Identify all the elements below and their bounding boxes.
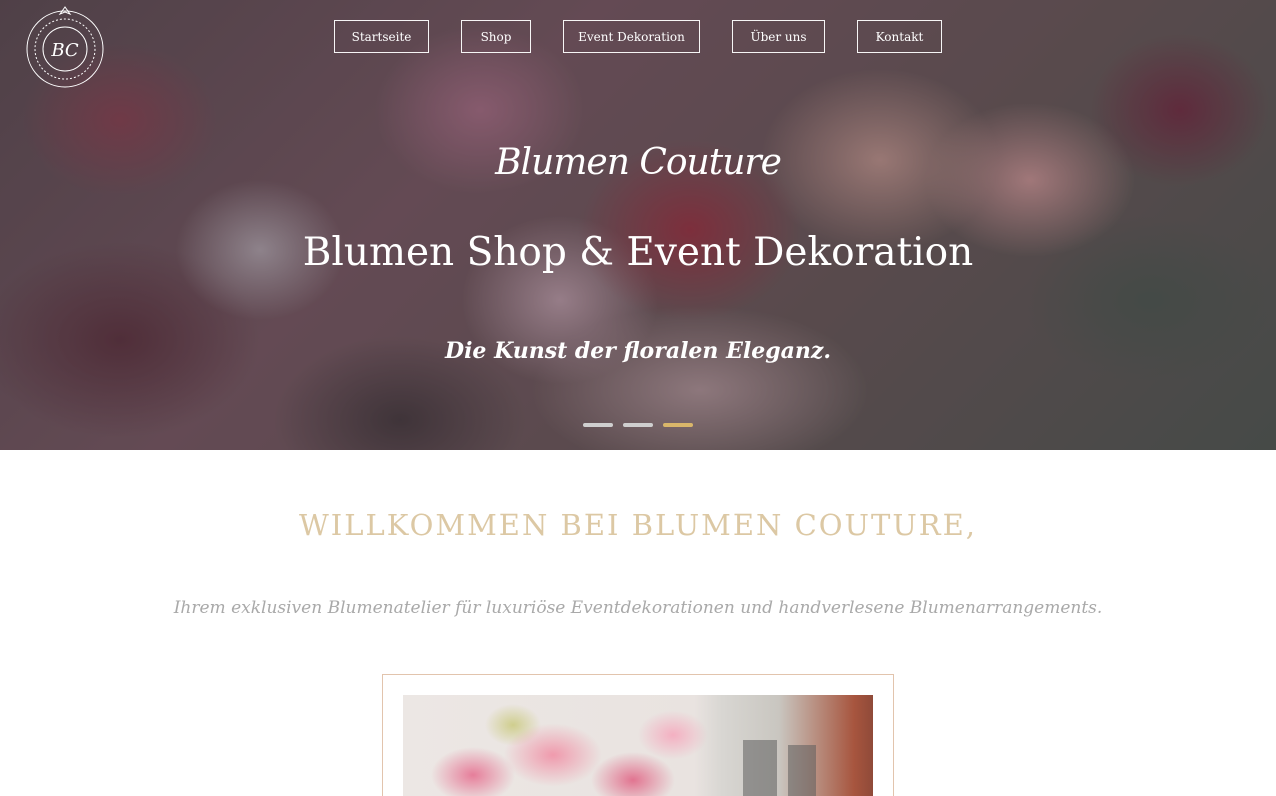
hero-slider: BC Startseite Shop Event Dekoration Über… <box>0 0 1276 450</box>
slider-pagination <box>583 423 693 427</box>
slider-dot-1[interactable] <box>583 423 613 427</box>
welcome-subtitle: Ihrem exklusiven Blumenatelier für luxur… <box>173 598 1103 618</box>
nav-kontakt-button[interactable]: Kontakt <box>857 20 942 53</box>
nav-ueber-uns-button[interactable]: Über uns <box>732 20 825 53</box>
feature-image-frame <box>382 674 894 796</box>
nav-shop-button[interactable]: Shop <box>461 20 531 53</box>
slider-dot-2[interactable] <box>623 423 653 427</box>
slider-dot-3[interactable] <box>663 423 693 427</box>
building-window <box>788 745 816 796</box>
nav-event-dekoration-button[interactable]: Event Dekoration <box>563 20 700 53</box>
welcome-title: WILLKOMMEN BEI BLUMEN COUTURE, <box>298 508 978 542</box>
hero-tagline: Die Kunst der floralen Eleganz. <box>445 338 831 364</box>
hero-title: Blumen Shop & Event Dekoration <box>302 230 974 275</box>
nav-startseite-button[interactable]: Startseite <box>334 20 429 53</box>
hero-overlay <box>0 0 1276 450</box>
main-nav: Startseite Shop Event Dekoration Über un… <box>0 20 1276 53</box>
hero-brand-script: Blumen Couture <box>495 142 782 183</box>
flower-arch-image <box>403 695 873 796</box>
building-window <box>743 740 777 796</box>
